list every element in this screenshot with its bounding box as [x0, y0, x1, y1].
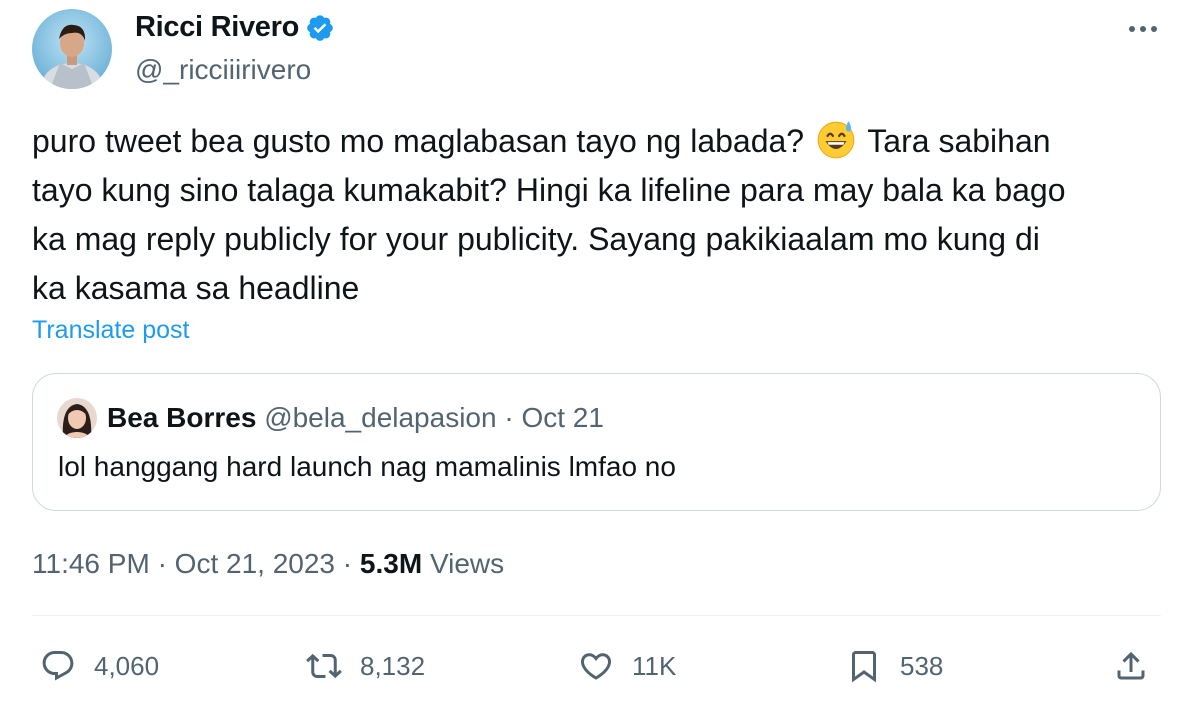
- author-avatar-image: [32, 9, 112, 89]
- translate-post-link[interactable]: Translate post: [32, 316, 189, 345]
- repost-button[interactable]: 8,132: [306, 644, 425, 688]
- quoted-post-header: Bea Borres @bela_delapasion · Oct 21: [107, 402, 604, 434]
- post-text-segment: puro tweet bea gusto mo maglabasan tayo …: [32, 123, 805, 159]
- like-count: 11K: [632, 650, 677, 681]
- meta-separator: ·: [342, 548, 353, 579]
- reply-button[interactable]: 4,060: [40, 644, 159, 688]
- bookmark-count: 538: [900, 650, 944, 681]
- repost-count: 8,132: [360, 650, 426, 681]
- verified-badge-icon: [307, 14, 333, 41]
- post-text-line-1: puro tweet bea gusto mo maglabasan tayo …: [32, 117, 1162, 166]
- share-icon: [1117, 651, 1145, 680]
- post-text-segment: Tara sabihan: [867, 123, 1051, 159]
- author-name-text[interactable]: Ricci Rivero: [135, 11, 299, 44]
- author-name[interactable]: Ricci Rivero: [135, 11, 335, 44]
- reply-count: 4,060: [94, 650, 160, 681]
- post-meta: 11:46 PM · Oct 21, 2023 · 5.3M Views: [32, 548, 504, 580]
- quoted-author-name[interactable]: Bea Borres: [107, 402, 256, 433]
- bookmark-button[interactable]: 538: [846, 644, 943, 688]
- bookmark-icon: [852, 651, 876, 683]
- post-text-line-2: tayo kung sino talaga kumakabit? Hingi k…: [32, 172, 1066, 208]
- views-label: Views: [429, 548, 505, 579]
- meta-separator: ·: [157, 548, 167, 579]
- quoted-author-avatar[interactable]: [57, 398, 97, 438]
- more-options-icon[interactable]: [1126, 14, 1160, 44]
- author-handle[interactable]: @_ricciiirivero: [135, 54, 311, 86]
- heart-icon: [580, 653, 612, 680]
- author-avatar[interactable]: [32, 9, 112, 89]
- post-date[interactable]: Oct 21, 2023: [175, 548, 335, 579]
- repost-icon: [306, 653, 342, 679]
- post-text: puro tweet bea gusto mo maglabasan tayo …: [32, 117, 1162, 313]
- views-count: 5.3M: [359, 548, 423, 579]
- post-text-line-4: ka kasama sa headline: [32, 270, 360, 306]
- post-text-line-3: ka mag reply publicly for your publicity…: [32, 221, 1040, 257]
- quoted-post-card[interactable]: Bea Borres @bela_delapasion · Oct 21 lol…: [32, 373, 1161, 511]
- reply-icon: [42, 651, 74, 681]
- quoted-post-date[interactable]: Oct 21: [521, 402, 603, 433]
- quoted-separator: ·: [504, 402, 514, 433]
- share-button[interactable]: [1113, 644, 1149, 688]
- quoted-author-avatar-image: [57, 398, 97, 438]
- grinning-face-with-sweat-icon: [817, 121, 855, 159]
- like-button[interactable]: 11K: [578, 644, 676, 688]
- divider: [32, 615, 1161, 616]
- quoted-post-text: lol hanggang hard launch nag mamalinis l…: [58, 451, 676, 482]
- quoted-author-handle[interactable]: @bela_delapasion: [264, 402, 496, 433]
- post-time[interactable]: 11:46 PM: [32, 548, 150, 579]
